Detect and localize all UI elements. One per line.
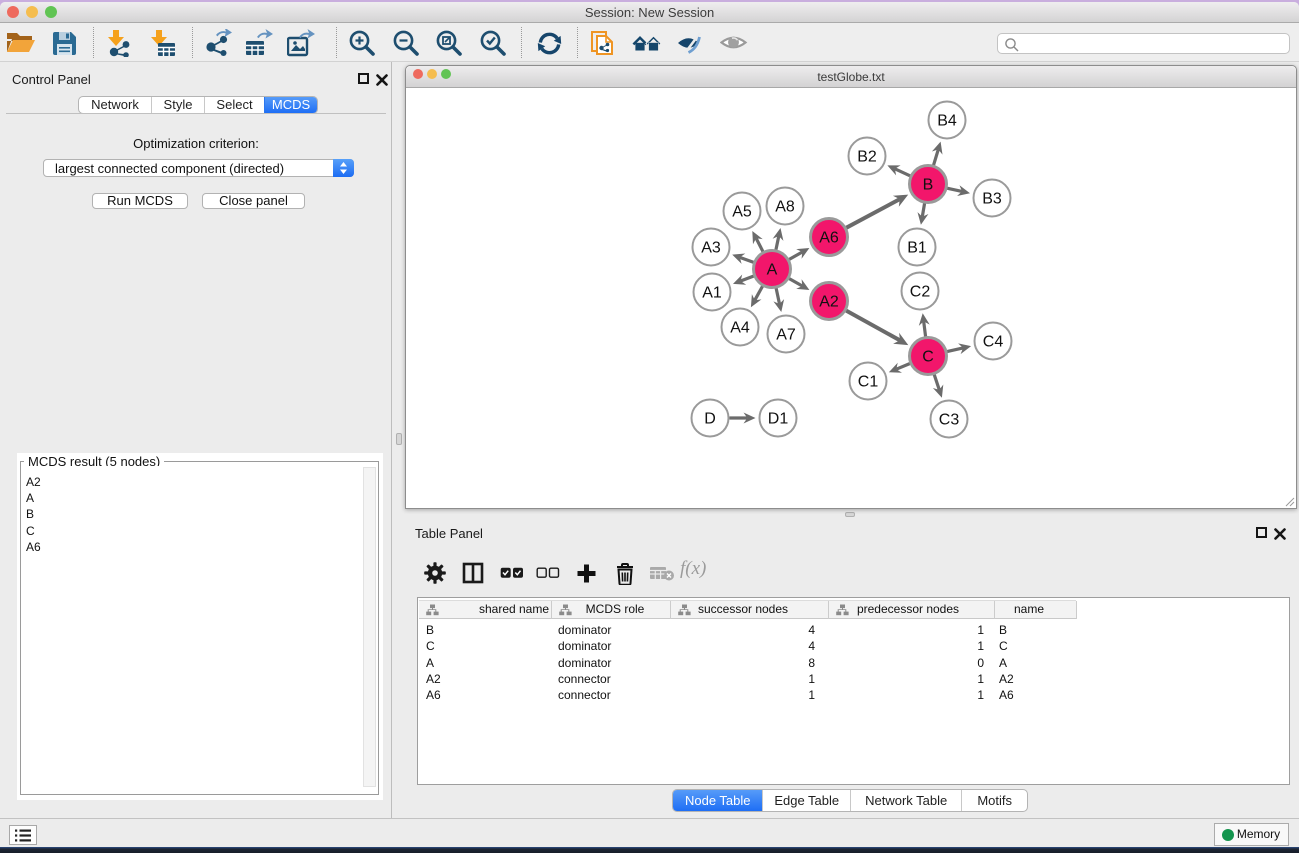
- svg-text:B2: B2: [857, 149, 877, 166]
- svg-text:B: B: [923, 177, 934, 194]
- svg-text:A7: A7: [776, 327, 796, 344]
- svg-text:D: D: [704, 411, 716, 428]
- svg-text:B3: B3: [982, 191, 1002, 208]
- svg-text:C4: C4: [983, 334, 1004, 351]
- svg-text:C3: C3: [939, 412, 960, 429]
- svg-text:A5: A5: [732, 204, 752, 221]
- svg-text:C1: C1: [858, 374, 879, 391]
- svg-text:C: C: [922, 349, 934, 366]
- svg-text:A4: A4: [730, 320, 750, 337]
- svg-text:C2: C2: [910, 284, 931, 301]
- svg-text:A1: A1: [702, 285, 722, 302]
- svg-text:A3: A3: [701, 240, 721, 257]
- svg-text:B1: B1: [907, 240, 927, 257]
- svg-text:D1: D1: [768, 411, 789, 428]
- svg-text:A8: A8: [775, 199, 795, 216]
- svg-text:B4: B4: [937, 113, 957, 130]
- svg-text:A6: A6: [819, 230, 839, 247]
- svg-text:A: A: [767, 262, 778, 279]
- svg-text:A2: A2: [819, 294, 839, 311]
